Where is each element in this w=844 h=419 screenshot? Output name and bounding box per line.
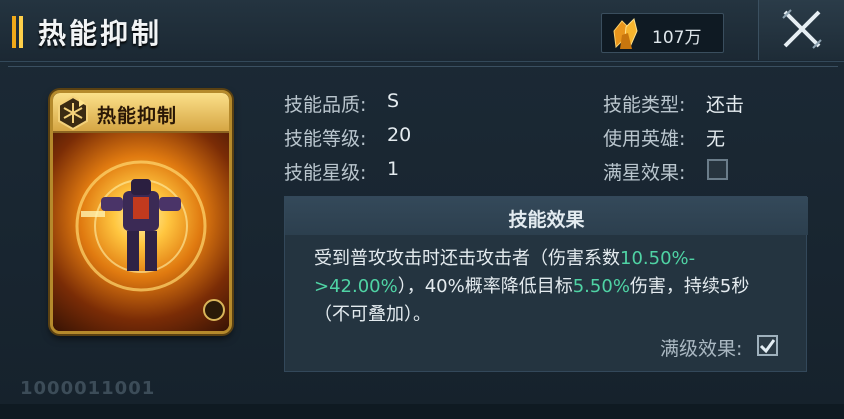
skill-card: 热能抑制 xyxy=(50,90,232,334)
skill-effect-box: 技能效果 受到普攻攻击时还击攻击者（伤害系数10.50%->42.00%），40… xyxy=(284,196,808,372)
skill-effect-text: 受到普攻攻击时还击攻击者（伤害系数10.50%->42.00%），40%概率降低… xyxy=(314,245,784,329)
close-icon xyxy=(782,9,822,49)
max-level-checkbox[interactable] xyxy=(757,335,778,356)
frame-divider xyxy=(8,66,838,67)
page-title: 热能抑制 xyxy=(38,17,163,50)
currency-value: 107万 xyxy=(652,28,702,48)
crystal-icon xyxy=(613,18,638,49)
quality-label: 技能品质: xyxy=(284,94,367,116)
checkmark-icon xyxy=(759,339,776,354)
full-star-checkbox[interactable] xyxy=(707,159,728,180)
level-label: 技能等级: xyxy=(284,128,367,150)
fist-icon xyxy=(203,299,225,321)
effect-text-part: 受到普攻攻击时还击攻击者（伤害系数 xyxy=(314,248,620,269)
type-label: 技能类型: xyxy=(603,94,686,116)
currency-display[interactable]: 107万 xyxy=(601,13,724,53)
effect-text-part: ），40%概率降低目标 xyxy=(397,276,573,297)
skill-card-title: 热能抑制 xyxy=(97,105,178,127)
full-star-label: 满星效果: xyxy=(603,162,686,184)
title-accent-icon xyxy=(12,16,26,48)
max-level-label: 满级效果: xyxy=(660,338,743,360)
star-label: 技能星级: xyxy=(284,162,367,184)
effect-highlight-value: 5.50% xyxy=(572,276,630,297)
level-value: 20 xyxy=(387,124,412,146)
skill-effect-header: 技能效果 xyxy=(285,197,808,235)
skill-card-header: 热能抑制 xyxy=(53,93,229,133)
mech-illustration xyxy=(75,160,207,292)
hero-value: 无 xyxy=(706,128,726,150)
skill-id-code: 1000011001 xyxy=(20,378,156,399)
skill-effect-title: 技能效果 xyxy=(508,209,585,231)
type-value: 还击 xyxy=(706,94,745,116)
header-bar: 热能抑制 107万 xyxy=(0,0,844,62)
star-value: 1 xyxy=(387,158,400,180)
skill-badge-icon xyxy=(58,95,88,131)
quality-value: S xyxy=(387,90,400,112)
hero-label: 使用英雄: xyxy=(603,128,686,150)
skill-detail-panel: 热能抑制 107万 热能抑制 技能品质: S 技能等级: 20 技能星级: 1 … xyxy=(0,0,844,419)
close-button[interactable] xyxy=(758,0,844,60)
bottom-border xyxy=(0,404,844,419)
